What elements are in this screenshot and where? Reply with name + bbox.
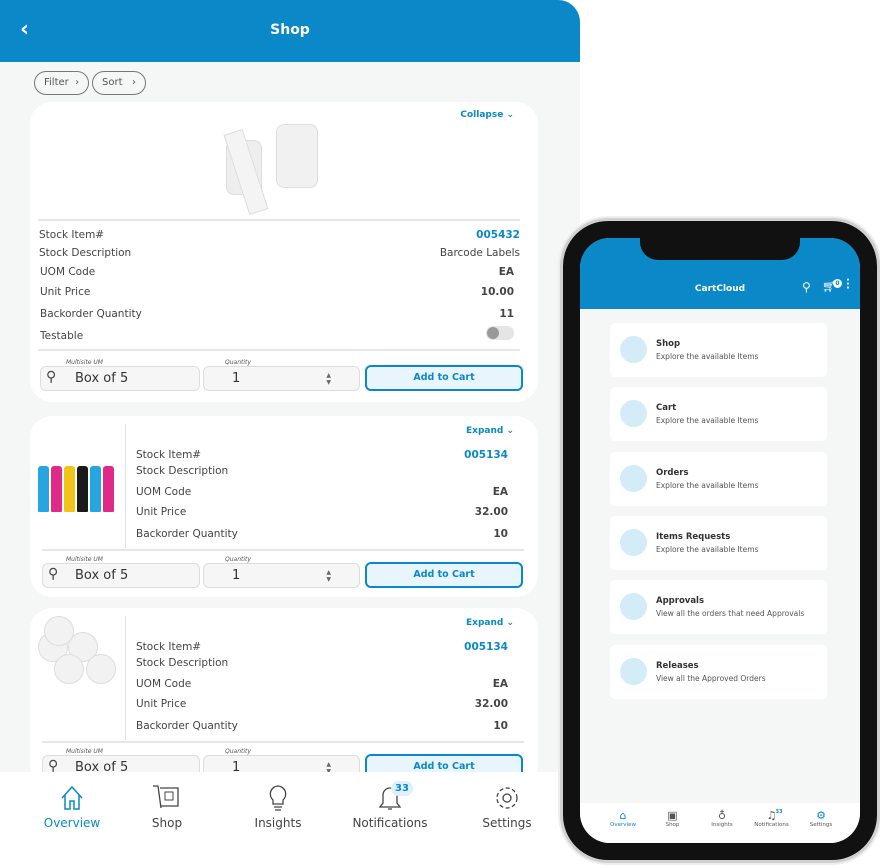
description-row: Stock Description <box>136 465 229 477</box>
phone-nav-shop[interactable]: ▣ Shop <box>648 809 698 828</box>
page-title: Shop <box>270 22 310 38</box>
release-icon <box>620 657 647 685</box>
shop-icon <box>153 785 179 809</box>
multisite-um-input[interactable]: Multisite UM ⚲ Box of 5 <box>42 556 200 588</box>
product-card: Expand ⌄ Stock Item# 005134 Stock Descrip… <box>30 608 538 789</box>
filter-button[interactable]: Filter › <box>34 71 90 95</box>
gear-icon: ⚙ <box>816 809 826 822</box>
stock-item-row: Stock Item# 005432 <box>39 229 520 241</box>
collapse-button[interactable]: Collapse ⌄ <box>460 110 514 120</box>
search-icon: ⚲ <box>48 566 59 582</box>
product-card: Collapse ⌄ Stock Item# 005432 Stock Descr… <box>30 102 538 402</box>
orders-icon <box>620 464 647 492</box>
sort-label: Sort <box>102 77 123 88</box>
description-row: Stock Description <box>136 657 229 669</box>
backorder-row: Backorder Quantity 11 <box>40 308 514 320</box>
nav-insights[interactable]: Insights <box>233 784 323 830</box>
phone-nav-overview[interactable]: ⌂ Overview <box>598 809 648 828</box>
stock-item-row: Stock Item# 005134 <box>136 449 508 461</box>
menu-card-items-requests[interactable]: Items Requests Explore the available Item… <box>610 515 827 570</box>
lightbulb-icon <box>269 785 287 811</box>
quantity-stepper[interactable]: Quantity1▲▼ <box>203 556 360 588</box>
gear-icon <box>496 787 518 809</box>
phone-notch <box>640 232 800 260</box>
product-image <box>30 416 120 546</box>
bell-icon: ♫ <box>766 809 777 822</box>
shop-icon: ▣ <box>667 809 678 822</box>
add-to-cart-button[interactable]: Add to Cart <box>365 365 523 391</box>
basket-icon <box>620 336 647 363</box>
approval-icon <box>620 593 647 621</box>
price-row: Unit Price 32.00 <box>136 698 508 710</box>
stock-item-row: Stock Item# 005134 <box>136 641 508 653</box>
bottom-nav: Overview Shop Insights Notifications 33 S… <box>0 772 580 865</box>
product-image <box>222 120 322 216</box>
search-icon[interactable]: ⚲ <box>802 280 811 294</box>
search-icon: ⚲ <box>46 369 57 385</box>
product-card: Expand ⌄ Stock Item# 005134 Stock Descrip… <box>30 416 538 597</box>
menu-card-cart[interactable]: Cart Explore the available Items <box>610 387 827 442</box>
nav-notifications[interactable]: Notifications 33 <box>345 781 435 830</box>
nav-overview[interactable]: Overview <box>27 784 117 830</box>
menu-card-releases[interactable]: Releases View all the Approved Orders <box>610 644 827 699</box>
phone-screen: CartCloud ⚲ 🛒︎ 0 · · · Shop Explore the ava… <box>580 238 860 843</box>
quantity-stepper[interactable]: Quantity1▲▼ <box>203 359 360 391</box>
menu-card-shop[interactable]: Shop Explore the available Items <box>610 323 827 377</box>
phone-nav-notifications[interactable]: ♫ Notifications 33 <box>747 809 797 828</box>
notification-badge: 33 <box>775 809 783 815</box>
product-image <box>30 608 120 738</box>
price-row: Unit Price 10.00 <box>40 286 514 298</box>
uom-row: UOM Code EA <box>136 486 508 498</box>
phone-nav-insights[interactable]: ♁ Insights <box>697 809 747 828</box>
phone-bottom-nav: ⌂ Overview ▣ Shop ♁ Insights ♫ Notifications 33 ⚙… <box>580 803 860 843</box>
testable-toggle[interactable] <box>486 326 514 340</box>
backorder-row: Backorder Quantity 10 <box>136 528 508 540</box>
nav-shop[interactable]: Shop <box>122 784 212 830</box>
shop-screen: ‹ Shop Filter › Sort › Collapse ⌄ Stock … <box>0 0 580 865</box>
sort-button[interactable]: Sort › <box>92 71 147 95</box>
home-icon <box>61 785 83 810</box>
app-title: CartCloud <box>694 284 746 294</box>
uom-row: UOM Code EA <box>136 678 508 690</box>
testable-row: Testable <box>40 330 84 342</box>
expand-button[interactable]: Expand ⌄ <box>466 426 514 436</box>
filter-label: Filter <box>44 77 69 88</box>
backorder-row: Backorder Quantity 10 <box>136 720 508 732</box>
cart-badge: 0 <box>833 279 842 288</box>
uom-row: UOM Code EA <box>40 266 514 278</box>
price-row: Unit Price 32.00 <box>136 506 508 518</box>
home-icon: ⌂ <box>619 809 627 822</box>
lightbulb-icon: ♁ <box>717 809 727 822</box>
description-row: Stock Description Barcode Labels <box>39 247 520 259</box>
phone-nav-settings[interactable]: ⚙ Settings <box>796 809 846 828</box>
cart-icon <box>620 400 647 428</box>
stepper-arrows-icon[interactable]: ▲▼ <box>326 372 331 386</box>
add-to-cart-button[interactable]: Add to Cart <box>365 562 523 588</box>
more-icon[interactable]: · · · <box>846 276 850 294</box>
expand-button[interactable]: Expand ⌄ <box>466 618 514 628</box>
item-request-icon <box>620 528 647 556</box>
menu-card-orders[interactable]: Orders Explore the available Items <box>610 451 827 506</box>
multisite-um-input[interactable]: Multisite UM ⚲ Box of 5 <box>40 359 200 391</box>
nav-settings[interactable]: Settings <box>462 784 552 830</box>
header: ‹ Shop <box>0 0 580 62</box>
stepper-arrows-icon[interactable]: ▲▼ <box>326 569 331 583</box>
notification-badge: 33 <box>391 781 413 796</box>
menu-card-approvals[interactable]: Approvals View all the orders that need A… <box>610 580 827 635</box>
